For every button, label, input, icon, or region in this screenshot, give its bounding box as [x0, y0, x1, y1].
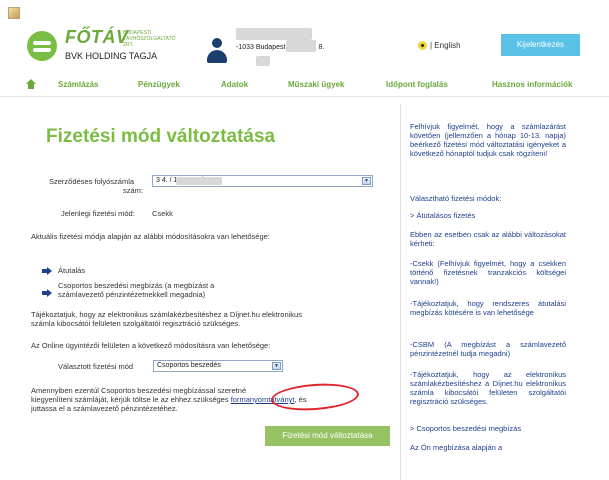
nav-item-hasznos-informaciok[interactable]: Hasznos információk	[492, 80, 572, 89]
logout-button[interactable]: Kijelentkezés	[501, 34, 580, 56]
current-method-label: Jelenlegi fizetési mód:	[61, 209, 135, 218]
user-icon	[206, 38, 228, 64]
sidebar-direct-debit-heading: > Csoportos beszedési megbízás	[410, 424, 522, 433]
online-intro: Az Online ügyintézői felületen a követke…	[31, 341, 271, 350]
fotav-logo[interactable]: FŐTÁV BUDAPESTI TÁVHŐSZOLGÁLTATÓ ZRT. BV…	[27, 27, 227, 67]
info-line1: Amennyiben ezentúl Csoportos beszedési m…	[31, 386, 247, 395]
chevron-down-icon: ▼	[362, 177, 371, 185]
info-line2: kiegyenlíteni számláját, kérjük töltse l…	[31, 395, 307, 404]
notice-line2: számla kibocsátói felületen szolgáltatói…	[31, 319, 241, 328]
page-title: Fizetési mód változtatása	[46, 126, 276, 147]
sidebar-direct-debit-text: Az Ön megbízása alapján a	[410, 443, 503, 452]
info-line3: juttassa el a számlavezető pénzintézetéh…	[31, 404, 178, 413]
english-flag-icon[interactable]	[418, 41, 427, 50]
logo-subtitle: BUDAPESTI TÁVHŐSZOLGÁLTATÓ ZRT.	[123, 30, 176, 48]
contract-label-suffix: szám:	[123, 186, 144, 195]
nav-item-szamlazas[interactable]: Számlázás	[58, 80, 98, 89]
selected-method-value: Csoportos beszedés	[157, 362, 221, 369]
home-icon[interactable]	[26, 79, 36, 89]
page-corner-icon	[8, 7, 20, 19]
logo-holding: BVK HOLDING TAGJA	[65, 51, 158, 61]
sidebar-transfer-heading: > Átutalásos fizetés	[410, 211, 476, 220]
main-content: Fizetési mód változtatása Szerződéses fo…	[27, 97, 395, 480]
sidebar-einvoice-text: -Tájékoztatjuk, hogy az elektronikus szá…	[410, 370, 566, 406]
nav-item-penzugyek[interactable]: Pénzügyek	[138, 80, 180, 89]
option-atutalas[interactable]: Átutalás	[58, 266, 85, 275]
chevron-down-icon: ▼	[272, 362, 281, 370]
logo-brand: FŐTÁV	[65, 27, 129, 47]
sidebar-notice: Felhívjuk figyelmét, hogy a számlazárást…	[410, 122, 566, 158]
contract-label: Szerződéses folyószámla	[49, 177, 135, 186]
change-payment-method-button[interactable]: Fizetési mód változtatása	[265, 426, 390, 446]
sidebar-standing-order-text: -Tájékoztatjuk, hogy rendszeres átutalás…	[410, 299, 566, 317]
highlight-ellipse	[270, 380, 360, 414]
notice-line1: Tájékoztatjuk, hogy az elektronikus szám…	[31, 310, 302, 319]
logo-mark-icon	[27, 31, 57, 61]
sidebar-methods-heading: Választható fizetési módok:	[410, 194, 502, 203]
info-line2-text: kiegyenlíteni számláját, kérjük töltse l…	[31, 395, 229, 404]
arrow-right-icon	[42, 289, 52, 297]
selected-method-select[interactable]: Csoportos beszedés ▼	[153, 360, 283, 372]
current-method-value: Csekk	[152, 209, 173, 218]
redacted-extra	[256, 56, 270, 66]
arrow-right-icon	[42, 267, 52, 275]
scrollbar[interactable]	[590, 104, 609, 480]
sidebar-transfer-text: Ebben az esetben csak az alábbi változás…	[410, 230, 566, 248]
nav-item-adatok[interactable]: Adatok	[221, 80, 248, 89]
options-intro: Aktuális fizetési módja alapján az alább…	[31, 232, 270, 241]
main-nav: Számlázás Pénzügyek Adatok Műszaki ügyek…	[0, 76, 609, 96]
redacted-address	[286, 40, 316, 52]
option-csoportos-line2[interactable]: számlavezető pénzintézetnekkell megadnia…	[58, 290, 205, 299]
redacted-name	[236, 28, 312, 40]
sidebar-csbm-text: -CSBM (A megbízást a számlavezető pénzin…	[410, 340, 566, 358]
option-csoportos-line1[interactable]: Csoportos beszedési megbízás (a megbízás…	[58, 281, 214, 290]
language-switch[interactable]: | English	[430, 41, 461, 50]
nav-item-muszaki-ugyek[interactable]: Műszaki ügyek	[288, 80, 344, 89]
redacted-contract	[176, 177, 222, 185]
info-sidebar: Felhívjuk figyelmét, hogy a számlazárást…	[400, 104, 574, 480]
nav-item-idopont-foglalas[interactable]: Időpont foglalás	[386, 80, 448, 89]
sidebar-check-text: -Csekk (Felhívjuk figyelmét, hogy a csek…	[410, 259, 566, 286]
selected-method-label: Választott fizetési mód	[58, 362, 134, 371]
